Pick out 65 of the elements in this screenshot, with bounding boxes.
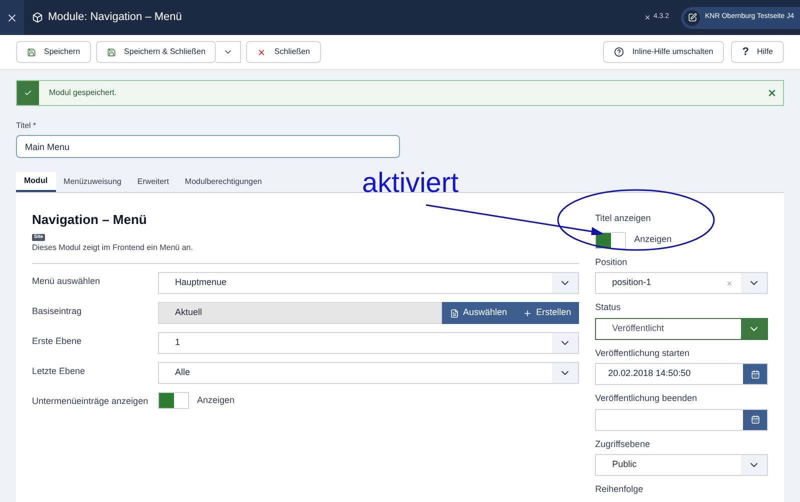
edit-icon [688, 13, 697, 22]
tab[interactable]: Modulberechtigungen [176, 172, 270, 192]
save-button[interactable]: Speichern [16, 41, 92, 63]
field-label: Titel * [16, 120, 38, 132]
field-label: Untermenüeinträge anzeigen [32, 395, 150, 408]
alert-message: Modul gespeichert. [48, 87, 118, 99]
date-field[interactable]: 20.02.2018 14:50:50 [595, 363, 768, 385]
toggle-label: Anzeigen [634, 233, 672, 246]
field-label: Basiseintrag [32, 305, 83, 318]
save-button[interactable]: Speichern & Schließen [96, 41, 216, 63]
tab[interactable]: Erweitert [129, 172, 177, 192]
tab[interactable]: Modul [16, 172, 56, 192]
select-button[interactable]: Auswählen [442, 302, 516, 324]
plus-icon [523, 308, 532, 318]
select-field[interactable]: Alle [158, 362, 580, 384]
file-icon [450, 308, 460, 318]
field-label: Veröffentlichung starten [595, 346, 690, 360]
save-icon [27, 48, 36, 56]
select-field[interactable]: Veröffentlicht [595, 318, 768, 340]
logo-icon [6, 12, 18, 24]
help-button[interactable]: ? Hilfe [731, 41, 784, 63]
field-label: Reihenfolge [595, 483, 644, 496]
calendar-icon[interactable] [743, 364, 767, 384]
field-label: Titel anzeigen [595, 212, 652, 225]
title-input[interactable]: Main Menu [16, 135, 400, 158]
save-icon [107, 48, 116, 56]
toggle-label: Anzeigen [197, 394, 235, 407]
field-label: Erste Ebene [32, 335, 83, 348]
toggle-switch[interactable] [158, 392, 189, 409]
caret-icon [552, 273, 578, 293]
caret-icon [741, 273, 767, 293]
close-icon [257, 48, 266, 56]
calendar-icon[interactable] [743, 410, 767, 430]
logo-icon [644, 14, 652, 21]
base-item-field: Aktuell [158, 302, 442, 324]
date-field[interactable] [595, 408, 768, 430]
field-label: Status [595, 301, 622, 314]
toggle-switch[interactable] [595, 232, 626, 248]
question-mark-icon: ? [742, 46, 749, 58]
field-label: Menü auswählen [32, 275, 102, 288]
inline-help-button[interactable]: Inline-Hilfe umschalten [603, 41, 724, 63]
field-label: Zugriffsebene [595, 438, 651, 451]
field-label: Veröffentlichung beenden [595, 392, 698, 405]
caret-icon [741, 455, 767, 475]
field-label: Letzte Ebene [32, 365, 86, 378]
select-field[interactable]: Hauptmenue [158, 272, 580, 294]
select-field[interactable]: 1 [158, 332, 580, 354]
create-button[interactable]: Erstellen [515, 302, 580, 324]
page-title: Module: Navigation – Menü [48, 10, 182, 26]
close-button[interactable]: Schließen [246, 41, 321, 63]
caret-icon [552, 333, 578, 353]
module-description: Dieses Modul zeigt im Frontend ein Menü an. [32, 242, 194, 254]
tab[interactable]: Menüzuweisung [56, 172, 130, 192]
field-label: Position [595, 256, 628, 268]
help-icon [614, 47, 624, 57]
select-field[interactable]: Public [595, 454, 768, 476]
cube-icon [32, 12, 43, 23]
clear-icon[interactable] [726, 280, 733, 286]
check-icon [24, 89, 32, 97]
annotation-text: aktiviert [362, 169, 458, 197]
caret-icon [552, 363, 578, 383]
module-heading: Navigation – Menü [32, 211, 147, 229]
select-field[interactable]: position-1 [595, 272, 768, 294]
caret-icon [741, 318, 767, 338]
close-icon[interactable] [767, 88, 777, 98]
